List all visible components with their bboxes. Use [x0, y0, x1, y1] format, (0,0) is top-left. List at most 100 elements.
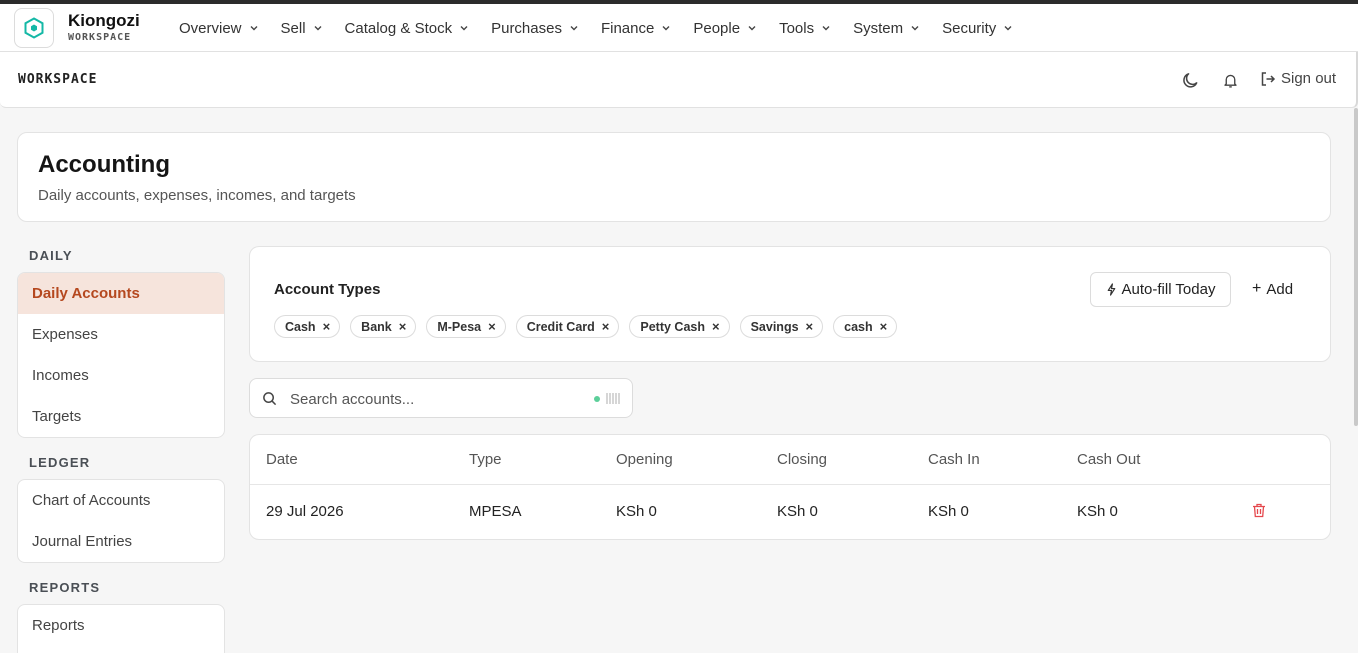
auto-fill-today-button[interactable]: Auto-fill Today: [1090, 272, 1231, 307]
search-input[interactable]: [290, 388, 580, 410]
nav-label: Catalog & Stock: [344, 19, 453, 37]
chevron-down-icon: [570, 26, 578, 31]
bell-icon: [1223, 74, 1237, 88]
chip-label: Credit Card: [526, 319, 595, 334]
account-types-card: Account Types Auto-fill Today + Add Cash…: [249, 246, 1331, 362]
remove-chip-icon[interactable]: ×: [806, 319, 814, 334]
chevron-down-icon: [748, 26, 756, 31]
nav-catalog-stock[interactable]: Catalog & Stock: [334, 20, 481, 37]
nav-purchases[interactable]: Purchases: [480, 20, 590, 37]
sidebar-group-ledger: Chart of Accounts Journal Entries: [17, 479, 225, 563]
account-type-chip: Cash ×: [274, 315, 341, 338]
nav-label: Purchases: [491, 19, 562, 37]
chip-label: Savings: [750, 319, 799, 334]
sidebar-heading-ledger: LEDGER: [29, 455, 91, 470]
chip-label: Cash: [285, 319, 316, 334]
remove-chip-icon[interactable]: ×: [488, 319, 496, 334]
cell-date: 29 Jul 2026: [266, 503, 344, 520]
nav-finance[interactable]: Finance: [590, 20, 682, 37]
nav-label: Overview: [179, 19, 242, 37]
moon-icon: [1182, 72, 1197, 88]
column-header-cash-out[interactable]: Cash Out: [1077, 451, 1140, 468]
sidebar-item-daily-accounts[interactable]: Daily Accounts: [18, 273, 224, 314]
column-header-cash-in[interactable]: Cash In: [928, 451, 980, 468]
sidebar-item-reports[interactable]: Reports: [18, 605, 224, 646]
chevron-down-icon: [911, 26, 919, 31]
sidebar-item-expenses[interactable]: Expenses: [18, 314, 224, 355]
cell-opening: KSh 0: [616, 503, 657, 520]
brand-logo[interactable]: [14, 8, 54, 48]
remove-chip-icon[interactable]: ×: [712, 319, 720, 334]
daily-accounts-table: Date Type Opening Closing Cash In Cash O…: [249, 434, 1331, 540]
column-header-date[interactable]: Date: [266, 451, 298, 468]
nav-label: People: [693, 19, 741, 37]
account-type-chip: cash ×: [833, 315, 898, 338]
account-type-chips: Cash × Bank × M-Pesa × Credit Card × Petty C…: [274, 315, 907, 338]
add-account-type-button[interactable]: + Add: [1252, 280, 1293, 298]
sidebar-group-reports: Reports: [17, 604, 225, 653]
theme-toggle-button[interactable]: [1179, 69, 1201, 91]
main-nav: Overview Sell Catalog & Stock Purchases …: [168, 8, 1024, 48]
add-label: Add: [1266, 280, 1294, 298]
sidebar-heading-daily: DAILY: [29, 248, 73, 263]
chevron-down-icon: [250, 26, 258, 31]
nav-label: Sell: [280, 19, 306, 37]
account-types-title: Account Types: [274, 281, 381, 298]
trash-icon[interactable]: [1252, 503, 1266, 518]
nav-security[interactable]: Security: [931, 20, 1024, 37]
workspace-label: WORKSPACE: [18, 72, 98, 87]
brand-subtitle: WORKSPACE: [68, 32, 132, 43]
nav-label: System: [853, 19, 904, 37]
top-navbar: Kiongozi WORKSPACE Overview Sell Catalog…: [0, 0, 1358, 52]
chevron-down-icon: [460, 26, 468, 31]
remove-chip-icon[interactable]: ×: [602, 319, 610, 334]
nav-system[interactable]: System: [842, 20, 931, 37]
chevron-down-icon: [314, 26, 322, 31]
search-box: [249, 378, 633, 418]
account-type-chip: Credit Card ×: [515, 315, 620, 338]
cell-cash-out: KSh 0: [1077, 503, 1118, 520]
hexagon-logo-icon: [24, 17, 44, 39]
workspace-bar: WORKSPACE Sign out: [0, 52, 1358, 108]
chevron-down-icon: [1004, 26, 1012, 31]
page-header: Accounting Daily accounts, expenses, inc…: [17, 132, 1331, 222]
account-type-chip: Petty Cash ×: [629, 315, 730, 338]
chip-label: cash: [844, 319, 873, 334]
sidebar-item-incomes[interactable]: Incomes: [18, 355, 224, 396]
column-header-closing[interactable]: Closing: [777, 451, 827, 468]
column-header-opening[interactable]: Opening: [616, 451, 673, 468]
nav-label: Security: [942, 19, 997, 37]
cell-type: MPESA: [469, 503, 522, 520]
sidebar-item-journal-entries[interactable]: Journal Entries: [18, 521, 224, 562]
plus-icon: +: [1252, 280, 1262, 297]
nav-tools[interactable]: Tools: [768, 20, 842, 37]
sidebar-item-targets[interactable]: Targets: [18, 396, 224, 437]
remove-chip-icon[interactable]: ×: [880, 319, 888, 334]
remove-chip-icon[interactable]: ×: [323, 319, 331, 334]
page-scrollbar[interactable]: [1354, 108, 1358, 426]
sidebar-item-chart-of-accounts[interactable]: Chart of Accounts: [18, 480, 224, 521]
status-dot: [594, 396, 600, 402]
nav-overview[interactable]: Overview: [168, 20, 270, 37]
sign-out-icon: [1261, 71, 1276, 86]
nav-sell[interactable]: Sell: [270, 20, 334, 37]
chip-label: Petty Cash: [640, 319, 705, 334]
column-header-type[interactable]: Type: [469, 451, 502, 468]
sign-out-button[interactable]: Sign out: [1260, 70, 1336, 87]
account-type-chip: M-Pesa ×: [426, 315, 506, 338]
remove-chip-icon[interactable]: ×: [399, 319, 407, 334]
sidebar-group-daily: Daily Accounts Expenses Incomes Targets: [17, 272, 225, 438]
sidebar-heading-reports: REPORTS: [29, 580, 101, 595]
account-type-chip: Bank ×: [350, 315, 417, 338]
account-type-chip: Savings ×: [739, 315, 824, 338]
nav-label: Tools: [779, 19, 815, 37]
chip-label: Bank: [361, 319, 392, 334]
chevron-down-icon: [662, 26, 670, 31]
barcode-icon[interactable]: [606, 392, 620, 405]
notifications-button[interactable]: [1219, 69, 1241, 91]
chip-label: M-Pesa: [437, 319, 482, 334]
cell-closing: KSh 0: [777, 503, 818, 520]
cell-cash-in: KSh 0: [928, 503, 969, 520]
nav-people[interactable]: People: [682, 20, 768, 37]
nav-label: Finance: [600, 19, 655, 37]
